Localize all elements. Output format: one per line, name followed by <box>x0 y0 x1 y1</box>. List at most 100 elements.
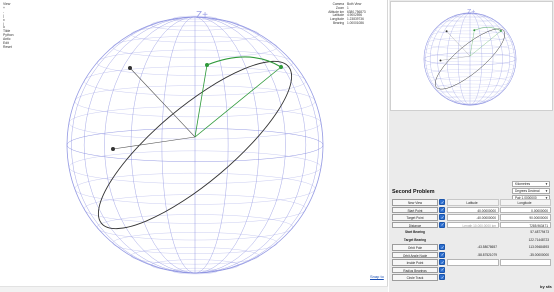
chevron-down-icon: ▼ <box>545 189 548 193</box>
meridian-line <box>425 12 515 106</box>
longitude-header: Longitude <box>500 199 551 206</box>
latitude-ring <box>446 15 494 23</box>
units-select[interactable]: Kilometres ▼ <box>512 181 550 187</box>
green-radius-line <box>194 64 208 138</box>
meridian-line <box>161 16 229 274</box>
circle-track-button[interactable]: Circle Track <box>392 274 438 281</box>
meridian-line <box>423 12 517 106</box>
latitude-ring <box>424 44 516 58</box>
start-bearing-label: Start Bearing <box>404 230 425 234</box>
meridian-line <box>446 12 494 106</box>
target-longitude-field[interactable]: 90.00000000 <box>500 214 551 221</box>
orbit-pole-checkbox[interactable] <box>439 244 445 251</box>
orbit-pole-button[interactable]: Orbit Pole <box>392 244 438 251</box>
latitude-ring <box>112 36 278 58</box>
node-marker[interactable] <box>111 147 115 151</box>
start-latitude-field[interactable]: 40.00000000 <box>447 206 499 214</box>
orbit-pole-marker[interactable] <box>445 30 448 33</box>
new-view-button[interactable]: New View <box>392 199 438 206</box>
orbit-angle-node-checkbox[interactable] <box>439 251 445 258</box>
node-line <box>112 136 196 150</box>
latitude-ring <box>423 52 517 66</box>
inside-point-row: Inside Point <box>392 259 551 266</box>
globe-outline <box>66 16 324 274</box>
radius-bearings-button[interactable]: Radius Bearings <box>392 266 438 274</box>
latitude-ring <box>66 128 324 162</box>
target-latitude-field[interactable]: -40.00000000 <box>447 214 499 221</box>
status-strip <box>0 286 388 292</box>
latitude-ring <box>68 106 322 140</box>
meridian-line <box>161 16 229 274</box>
meridian-line <box>425 12 515 106</box>
sphere-canvas[interactable]: Z+ <box>0 0 388 292</box>
latitude-ring <box>440 90 500 99</box>
globe-outline <box>423 12 517 106</box>
meridian-line <box>130 16 260 274</box>
snap-view-link[interactable]: Snap to <box>370 274 384 279</box>
latitude-ring <box>112 232 278 254</box>
target-point-marker[interactable] <box>499 29 502 32</box>
wireframe-globe <box>66 15 324 275</box>
meridian-line <box>437 12 503 106</box>
target-point-marker[interactable] <box>279 65 283 69</box>
meridian-line <box>457 12 483 106</box>
inside-point-longitude-field[interactable] <box>500 259 551 266</box>
meridian-line <box>130 16 260 274</box>
start-bearing-value: 57.48779473 <box>530 230 549 234</box>
latitude-ring <box>83 194 307 224</box>
mini-wireframe-globe <box>423 12 517 106</box>
circle-track-checkbox[interactable] <box>439 274 445 281</box>
latitude-ring <box>429 76 511 88</box>
orbit-angle-node-longitude: -35.00000000 <box>529 252 549 257</box>
meridian-line <box>429 12 511 106</box>
target-point-button[interactable]: Target Point <box>392 214 438 221</box>
latitude-ring <box>83 66 307 96</box>
info-row: Bearing 1.00001086 <box>322 20 366 26</box>
target-bearing-value: 122.71448723 <box>528 237 549 242</box>
camera-info-panel: Camera Both View Zoom 1 Altitude km 6380.7568… <box>322 2 366 26</box>
radius-bearings-checkbox[interactable] <box>439 266 445 273</box>
chevron-down-icon: ▼ <box>545 182 548 186</box>
target-bearing-row: Target Bearing 122.71448723 <box>392 237 551 244</box>
latitude-ring <box>130 247 260 265</box>
meridian-line <box>83 16 307 274</box>
distance-checkbox[interactable] <box>439 221 445 228</box>
angle-format-select[interactable]: Degrees Decimal ▼ <box>512 188 550 194</box>
start-point-checkbox[interactable] <box>439 206 445 213</box>
start-longitude-field[interactable]: 0.00000000 <box>500 206 551 214</box>
inside-point-latitude-field[interactable] <box>447 259 499 266</box>
menu-item[interactable]: Reset <box>3 45 14 50</box>
green-radius-line <box>194 66 282 138</box>
circle-track-row: Circle Track <box>392 274 551 281</box>
target-point-row: Target Point -40.00000000 90.00000000 <box>392 214 551 221</box>
mini-sphere-canvas[interactable]: Z+ <box>390 1 553 111</box>
green-radius-line <box>469 30 502 57</box>
node-marker[interactable] <box>439 59 442 62</box>
start-point-marker[interactable] <box>205 63 209 67</box>
latitude-ring <box>74 172 316 205</box>
info-value: Both View <box>347 2 362 6</box>
orbit-pole-marker[interactable] <box>128 66 132 70</box>
start-point-button[interactable]: Start Point <box>392 206 438 214</box>
info-value: 1.00001086 <box>347 20 364 25</box>
new-view-checkbox[interactable] <box>439 199 445 206</box>
orbit-pole-row: Orbit Pole -43.58078657 113.09484593 <box>392 244 551 251</box>
radius-bearings-row: Radius Bearings <box>392 266 551 274</box>
orbit-angle-node-latitude: -58.87521079 <box>477 252 497 257</box>
latitude-ring <box>446 95 494 103</box>
start-point-marker[interactable] <box>473 29 476 32</box>
meridian-line <box>66 16 324 274</box>
meridian-line <box>104 16 286 274</box>
meridian-line <box>83 16 307 274</box>
meridian-line <box>429 12 511 106</box>
distance-button[interactable]: Distance <box>392 221 438 229</box>
orbit-angle-node-button[interactable]: Orbit Angle Node <box>392 251 438 259</box>
meridian-line <box>437 12 503 106</box>
inside-point-checkbox[interactable] <box>439 259 445 266</box>
target-point-checkbox[interactable] <box>439 214 445 221</box>
distance-length-field[interactable]: Length 10,000.0000 km <box>447 221 499 229</box>
latitude-ring <box>130 25 260 43</box>
inside-point-button[interactable]: Inside Point <box>392 259 438 266</box>
meridian-line <box>194 16 196 274</box>
latitude-ring <box>424 60 516 74</box>
